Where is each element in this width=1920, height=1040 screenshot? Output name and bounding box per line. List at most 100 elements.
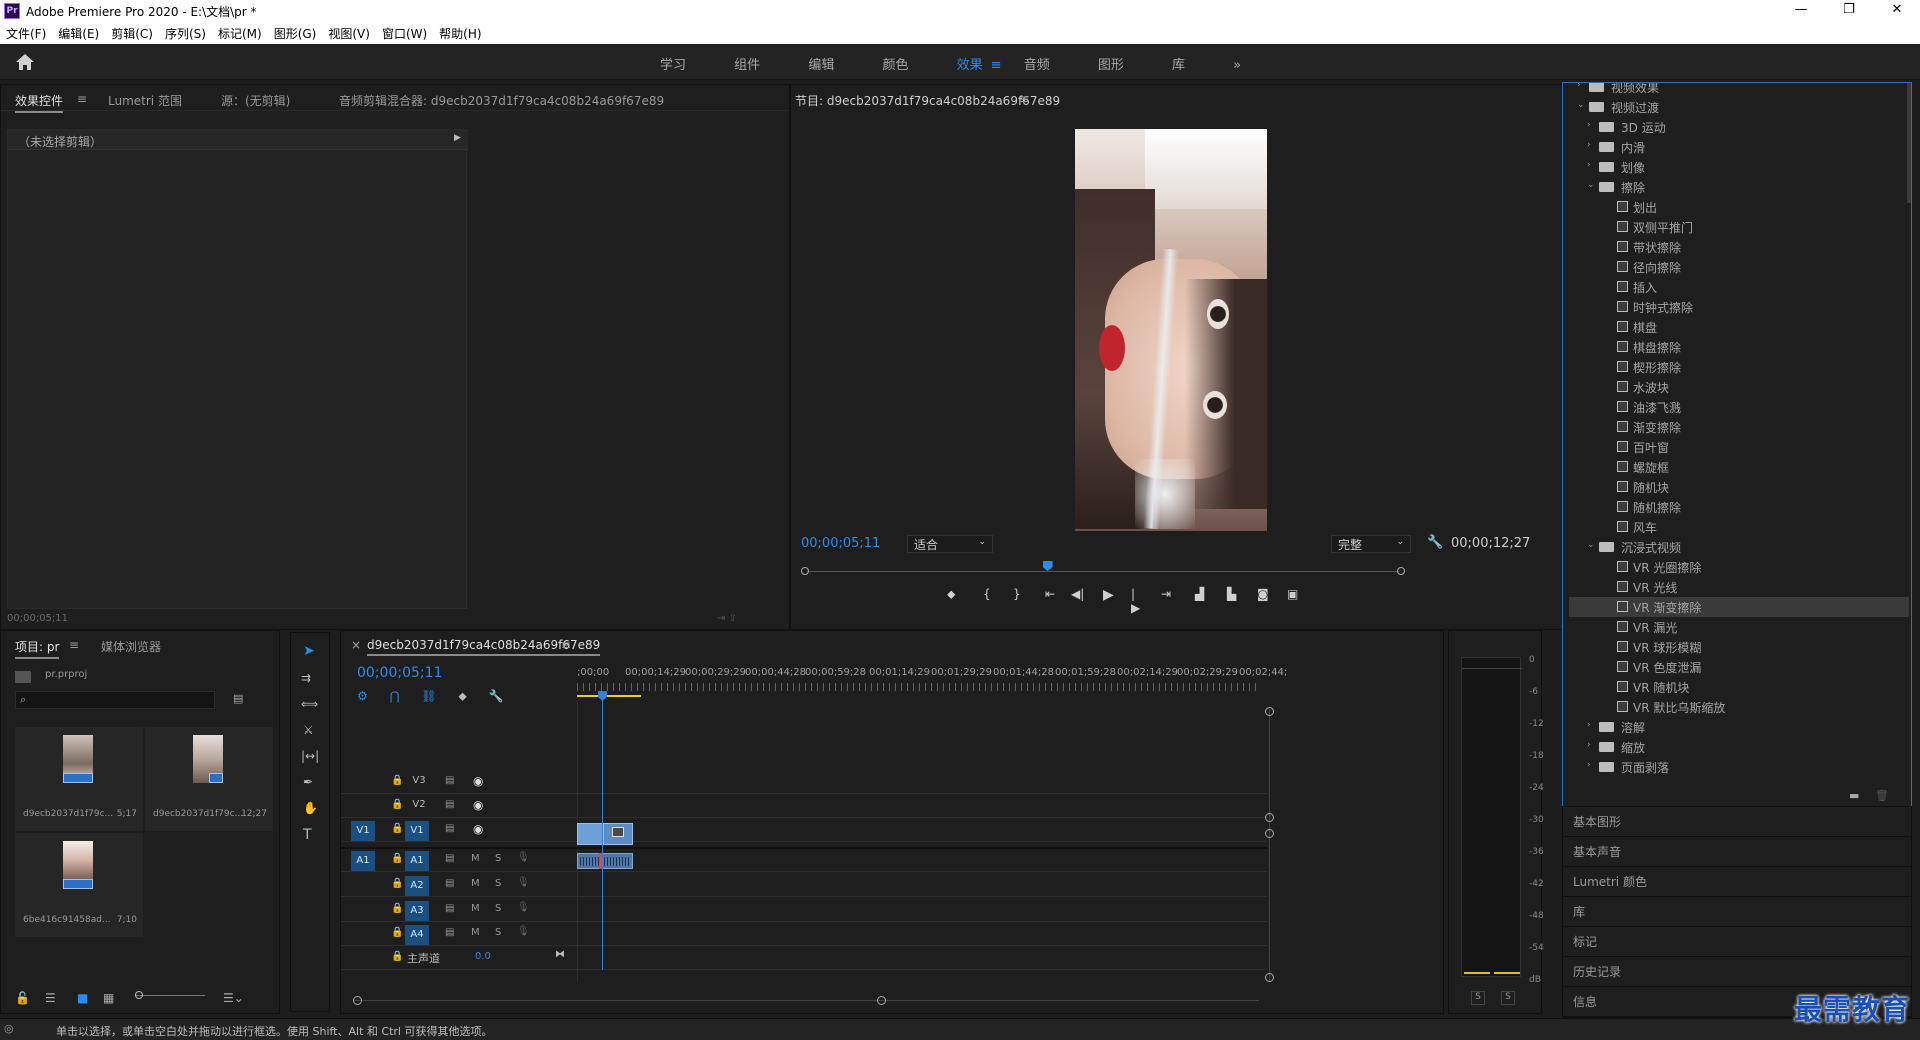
close-sequence-icon[interactable]: × [351,638,361,652]
tab-media-browser[interactable]: 媒体浏览器 [101,638,161,655]
lock-icon[interactable]: 🔓 [15,991,30,1005]
effect-item[interactable]: 带状擦除 [1569,237,1909,257]
track-label[interactable]: V3 [407,771,431,791]
vertical-zoom-handle[interactable] [1265,813,1274,822]
ripple-edit-tool-icon[interactable]: ⟺ [301,697,318,711]
step-forward-icon[interactable]: |▶ [1131,587,1140,615]
play-icon[interactable]: ▶ [1103,587,1114,603]
effect-item[interactable]: 百叶窗 [1569,437,1909,457]
zoom-slider-handle[interactable] [135,991,143,999]
vertical-zoom-handle[interactable] [1265,829,1274,838]
chevron-down-icon[interactable]: ⌄ [1577,100,1585,110]
chevron-right-icon[interactable]: › [1587,160,1591,170]
chevron-down-icon[interactable]: ⌄ [1587,540,1595,550]
selection-tool-icon[interactable]: ➤ [303,643,315,659]
mute-button[interactable]: M [471,853,480,864]
zoom-handle-right[interactable] [877,996,886,1005]
compare-view-icon[interactable]: ▣ [1287,587,1298,601]
step-back-icon[interactable]: ◀| [1071,587,1084,601]
sync-lock-icon[interactable]: ▤ [445,878,454,889]
export-frame-icon[interactable]: ◙ [1257,587,1269,601]
effect-folder[interactable]: › 视频效果 [1569,83,1909,97]
solo-button[interactable]: S [495,927,501,938]
tab-lumetri-scopes[interactable]: Lumetri 范围 [108,92,182,109]
effect-folder[interactable]: ⌄ 视频过渡 [1569,97,1909,117]
track-select-tool-icon[interactable]: ⇉ [301,671,311,685]
zoom-level-select[interactable]: 适合 ⌄ [907,535,993,553]
zoom-handle-left[interactable] [353,996,362,1005]
effect-item[interactable]: 楔形擦除 [1569,357,1909,377]
workspace-tab-editing[interactable]: 编辑 [808,54,834,73]
mark-out-icon[interactable]: } [1013,587,1021,601]
home-icon[interactable] [14,52,36,72]
effect-item[interactable]: VR 光线 [1569,577,1909,597]
settings-wrench-icon[interactable]: 🔧 [1427,535,1443,550]
effect-item[interactable]: 水波块 [1569,377,1909,397]
track-label[interactable]: A2 [405,876,429,896]
vertical-zoom-handle[interactable] [1265,973,1274,982]
add-marker-icon[interactable]: ⬥ [458,689,466,703]
lock-icon[interactable]: 🔒 [391,799,403,810]
video-clip[interactable] [577,823,603,845]
lock-icon[interactable]: 🔒 [391,927,403,938]
workspace-overflow-button[interactable]: » [1233,58,1241,73]
audio-clip[interactable] [577,853,633,869]
effect-item[interactable]: 随机块 [1569,477,1909,497]
nest-icon[interactable]: ⚙ [357,689,368,703]
list-view-icon[interactable]: ☰ [45,991,56,1005]
source-patch-v1[interactable]: V1 [351,821,375,841]
close-button[interactable]: ✕ [1882,2,1912,17]
panel-lumetri-color[interactable]: Lumetri 颜色 [1563,867,1911,897]
effect-item[interactable]: 插入 [1569,277,1909,297]
eye-icon[interactable]: ◉ [473,822,483,836]
track-label[interactable]: V2 [407,795,431,815]
zoom-slider[interactable] [135,995,205,996]
chevron-right-icon[interactable]: › [1587,720,1591,730]
voiceover-mic-icon[interactable]: 🎙 [517,902,530,913]
go-to-out-icon[interactable]: ⇥ [1161,587,1171,601]
effect-item[interactable]: 径向擦除 [1569,257,1909,277]
sync-lock-icon[interactable]: ▤ [445,853,454,864]
workspace-tab-graphics[interactable]: 图形 [1098,54,1124,73]
lock-icon[interactable]: 🔒 [391,823,403,834]
effect-item[interactable]: 风车 [1569,517,1909,537]
project-search-input[interactable]: ⌕ [15,691,215,709]
effect-item[interactable]: 双侧平推门 [1569,217,1909,237]
menu-edit[interactable]: 编辑(E) [52,22,105,42]
menu-graphics[interactable]: 图形(G) [268,22,323,42]
tab-audio-clip-mixer[interactable]: 音频剪辑混合器: d9ecb2037d1f79ca4c08b24a69f67e8… [339,92,664,109]
voiceover-mic-icon[interactable]: 🎙 [517,926,530,937]
eye-icon[interactable]: ◉ [473,774,483,788]
workspace-tab-learn[interactable]: 学习 [660,54,686,73]
effect-item[interactable]: VR 随机块 [1569,677,1909,697]
sync-lock-icon[interactable]: ▤ [445,823,454,834]
effect-folder[interactable]: › 溶解 [1569,717,1909,737]
voiceover-mic-icon[interactable]: 🎙 [517,877,530,888]
video-clip[interactable] [603,823,633,845]
workspace-tab-audio[interactable]: 音频 [1024,54,1050,73]
pen-tool-icon[interactable]: ✒ [303,775,313,789]
lock-icon[interactable]: 🔒 [391,853,403,864]
solo-button[interactable]: S [495,853,501,864]
effect-folder[interactable]: › 页面剥落 [1569,757,1909,777]
solo-button[interactable]: S [495,903,501,914]
sort-icon[interactable]: ☰⌄ [223,991,244,1005]
hand-tool-icon[interactable]: ✋ [303,801,318,815]
master-expand-icon[interactable]: ⧓ [555,949,565,960]
slip-tool-icon[interactable]: |↔| [301,749,319,763]
program-playhead-timecode[interactable]: 00;00;05;11 [801,536,880,551]
menu-sequence[interactable]: 序列(S) [159,22,212,42]
effect-item[interactable]: VR 色度泄漏 [1569,657,1909,677]
effect-folder[interactable]: ⌄ 擦除 [1569,177,1909,197]
work-area-bar[interactable] [577,695,641,697]
workspace-menu-icon[interactable]: ≡ [991,58,1002,73]
lift-icon[interactable]: ▟ [1195,587,1204,601]
icon-view-icon[interactable]: ■ [77,991,88,1005]
sync-lock-icon[interactable]: ▤ [445,927,454,938]
minimize-button[interactable]: — [1786,2,1816,17]
panel-markers[interactable]: 标记 [1563,927,1911,957]
solo-button[interactable]: S [495,878,501,889]
effect-folder[interactable]: › 缩放 [1569,737,1909,757]
panel-menu-icon[interactable]: ≡ [77,92,87,106]
menu-help[interactable]: 帮助(H) [433,22,487,42]
